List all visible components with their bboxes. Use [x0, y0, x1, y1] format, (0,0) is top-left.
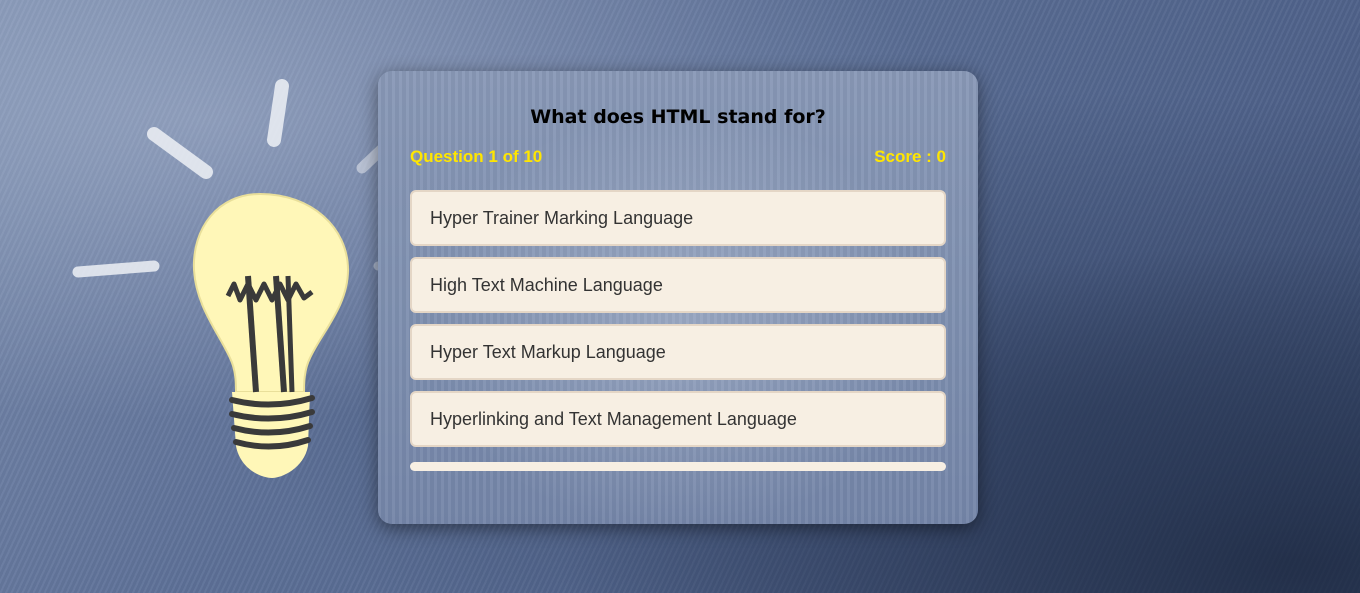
chalk-ray	[72, 260, 160, 278]
chalk-ray	[147, 127, 213, 179]
answer-option-4[interactable]: Hyperlinking and Text Management Languag…	[410, 391, 946, 447]
quiz-meta: Question 1 of 10 Score : 0	[410, 146, 946, 168]
answer-option-2[interactable]: High Text Machine Language	[410, 257, 946, 313]
quiz-card: What does HTML stand for? Question 1 of …	[378, 71, 978, 524]
answer-option-1[interactable]: Hyper Trainer Marking Language	[410, 190, 946, 246]
answer-options: Hyper Trainer Marking Language High Text…	[410, 190, 946, 447]
chalk-ray	[267, 79, 289, 147]
answer-option-label: Hyperlinking and Text Management Languag…	[430, 408, 797, 429]
score-display: Score : 0	[874, 147, 946, 166]
progress-bar	[410, 462, 946, 471]
question-counter: Question 1 of 10	[410, 147, 543, 166]
answer-option-label: High Text Machine Language	[430, 274, 663, 295]
answer-option-label: Hyper Trainer Marking Language	[430, 207, 694, 228]
question-text: What does HTML stand for?	[530, 106, 826, 128]
answer-option-3[interactable]: Hyper Text Markup Language	[410, 324, 946, 380]
answer-option-label: Hyper Text Markup Language	[430, 341, 666, 362]
